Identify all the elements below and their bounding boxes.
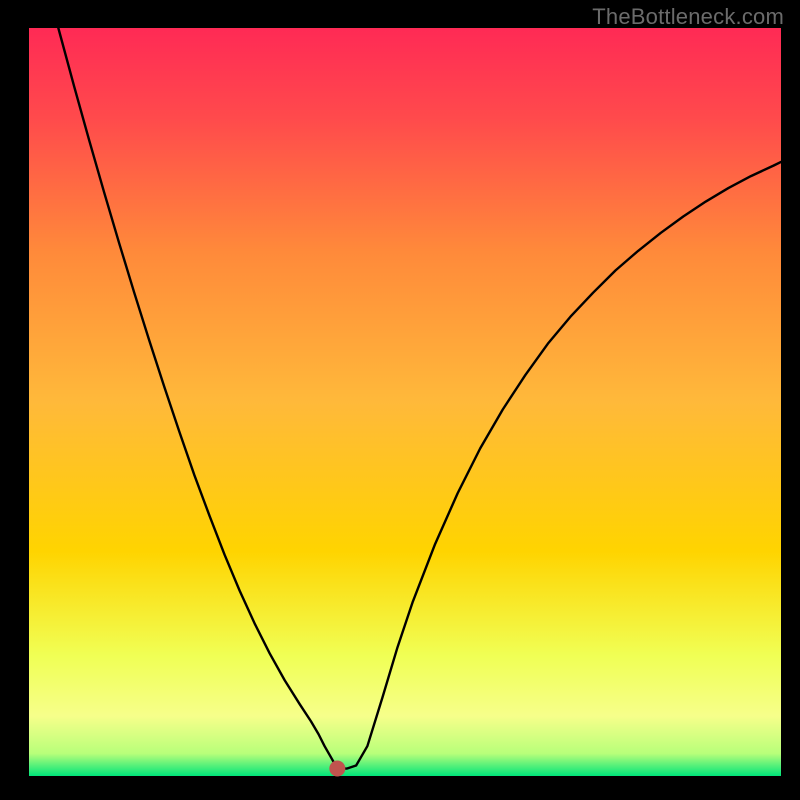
optimum-marker [329, 761, 345, 777]
plot-background [29, 28, 781, 776]
watermark-text: TheBottleneck.com [592, 4, 784, 30]
chart-wrapper: TheBottleneck.com [0, 0, 800, 800]
bottleneck-chart [0, 0, 800, 800]
